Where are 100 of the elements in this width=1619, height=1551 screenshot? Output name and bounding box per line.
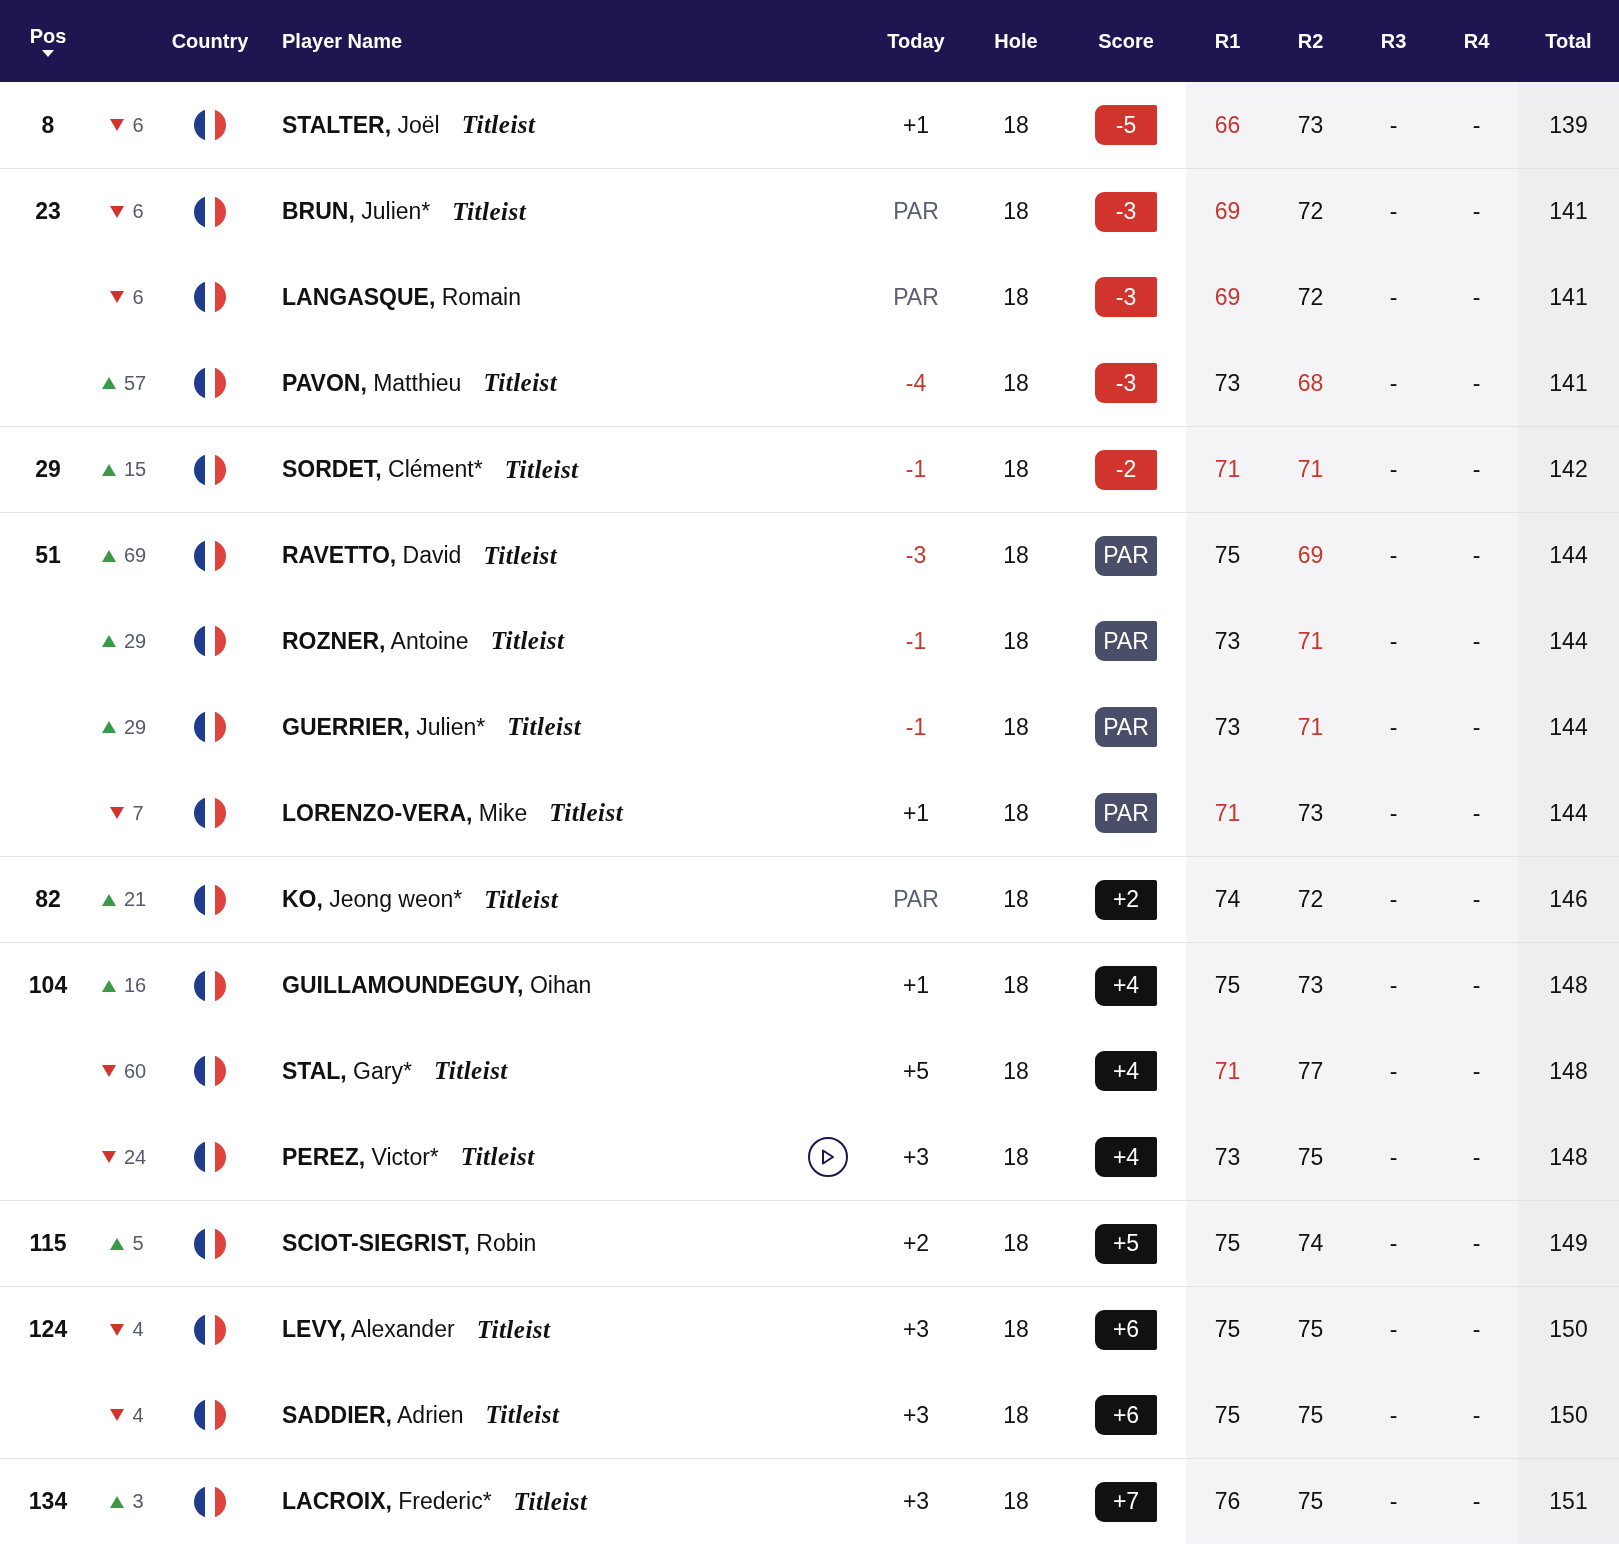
- hole-number: 18: [1003, 456, 1029, 483]
- player-name[interactable]: ROZNER, Antoine: [282, 627, 469, 655]
- column-header[interactable]: R4: [1463, 29, 1490, 53]
- round-score: 73: [1297, 799, 1324, 827]
- hole-number: 18: [1003, 1143, 1029, 1171]
- position-change-text: 3: [132, 1490, 144, 1513]
- position-text: 104: [28, 972, 68, 999]
- player-name[interactable]: LORENZO-VERA, Mike: [282, 799, 528, 827]
- player-name[interactable]: STALTER, Joël: [282, 111, 440, 139]
- column-header[interactable]: Today: [887, 29, 945, 53]
- flag-icon: [194, 1399, 226, 1431]
- round-score: 71: [1297, 456, 1324, 483]
- player-name[interactable]: KO, Jeong weon*: [282, 886, 463, 913]
- round-score: 71: [1214, 799, 1241, 827]
- score-badge: PAR: [1095, 793, 1157, 833]
- round-score: -: [1472, 1057, 1481, 1085]
- player-name[interactable]: BRUN, Julien*: [282, 198, 431, 225]
- player-name[interactable]: GUERRIER, Julien*: [282, 713, 486, 741]
- position-text: 8: [41, 111, 55, 139]
- round-score: -: [1389, 1401, 1398, 1429]
- total-strokes: 146: [1549, 886, 1588, 913]
- round-score: 71: [1297, 713, 1324, 741]
- round-score: -: [1472, 1143, 1481, 1171]
- player-name[interactable]: SCIOT-SIEGRIST, Robin: [282, 1230, 537, 1257]
- round-score: -: [1472, 456, 1481, 483]
- flag-icon: [194, 1485, 226, 1518]
- position-text: 23: [35, 198, 61, 225]
- sponsor-logo: Titleist: [433, 1057, 508, 1085]
- today-score: +1: [902, 972, 930, 999]
- column-header[interactable]: Score: [1098, 29, 1154, 53]
- sort-caret-icon: [42, 50, 54, 57]
- flag-icon: [194, 195, 226, 228]
- position-change-text: 7: [132, 801, 144, 825]
- score-badge: +6: [1095, 1309, 1157, 1350]
- score-badge: -3: [1095, 191, 1157, 232]
- player-name[interactable]: GUILLAMOUNDEGUY, Oihan: [282, 972, 592, 999]
- flag-icon: [194, 109, 226, 141]
- hole-number: 18: [1003, 972, 1029, 999]
- flag-icon: [194, 539, 226, 572]
- column-header[interactable]: Total: [1545, 29, 1592, 53]
- flag-icon: [194, 797, 226, 829]
- today-score: PAR: [893, 283, 939, 311]
- flag-icon: [194, 453, 226, 486]
- position-change-text: 16: [123, 974, 147, 997]
- round-score: -: [1389, 627, 1398, 655]
- player-name[interactable]: LEVY, Alexander: [282, 1316, 455, 1343]
- round-score: -: [1472, 111, 1481, 139]
- flag-icon: [194, 711, 226, 743]
- round-score: -: [1389, 972, 1398, 999]
- player-name[interactable]: PAVON, Matthieu: [282, 369, 462, 397]
- round-score: 71: [1214, 456, 1241, 483]
- column-header[interactable]: R2: [1297, 29, 1324, 53]
- round-score: 69: [1214, 283, 1241, 311]
- score-badge: +2: [1095, 879, 1157, 920]
- hole-number: 18: [1003, 799, 1029, 827]
- column-header[interactable]: Pos: [29, 25, 67, 57]
- score-badge: PAR: [1095, 621, 1157, 661]
- column-header[interactable]: Hole: [994, 29, 1038, 53]
- round-score: -: [1472, 886, 1481, 913]
- round-score: -: [1472, 1401, 1481, 1429]
- round-score: -: [1389, 456, 1398, 483]
- sponsor-logo: Titleist: [483, 541, 558, 570]
- column-header[interactable]: R1: [1214, 29, 1241, 53]
- round-score: -: [1472, 1488, 1481, 1515]
- total-strokes: 144: [1549, 542, 1588, 569]
- hole-number: 18: [1003, 1488, 1029, 1515]
- total-strokes: 151: [1549, 1488, 1588, 1515]
- player-name[interactable]: PEREZ, Victor*: [282, 1143, 439, 1171]
- round-score: 72: [1297, 886, 1324, 913]
- position-change-text: 6: [132, 113, 144, 137]
- total-strokes: 148: [1549, 1057, 1588, 1085]
- today-score: -4: [905, 369, 927, 397]
- player-name[interactable]: LACROIX, Frederic*: [282, 1488, 492, 1515]
- play-button[interactable]: [808, 1137, 848, 1177]
- column-header[interactable]: Country: [171, 29, 249, 53]
- score-badge: -3: [1095, 363, 1157, 403]
- round-score: 75: [1214, 1230, 1241, 1257]
- round-score: 73: [1297, 111, 1324, 139]
- player-name[interactable]: SORDET, Clément*: [282, 456, 483, 483]
- score-badge: +5: [1095, 1223, 1157, 1264]
- total-strokes: 148: [1549, 972, 1588, 999]
- sponsor-logo: Titleist: [460, 1143, 535, 1171]
- today-score: +2: [902, 1230, 930, 1257]
- round-score: -: [1472, 542, 1481, 569]
- flag-icon: [194, 625, 226, 657]
- player-name[interactable]: SADDIER, Adrien: [282, 1401, 464, 1429]
- sponsor-logo: Titleist: [490, 627, 565, 655]
- column-header[interactable]: Player Name: [268, 29, 403, 53]
- player-name[interactable]: LANGASQUE, Romain: [282, 283, 521, 311]
- round-score: 73: [1214, 1143, 1241, 1171]
- player-name[interactable]: RAVETTO, David: [282, 542, 462, 569]
- position-change-text: 4: [132, 1403, 144, 1427]
- hole-number: 18: [1003, 627, 1029, 655]
- player-name[interactable]: STAL, Gary*: [282, 1057, 412, 1085]
- round-score: 75: [1214, 1316, 1241, 1343]
- total-strokes: 144: [1549, 799, 1588, 827]
- round-score: -: [1389, 1230, 1398, 1257]
- column-header[interactable]: R3: [1380, 29, 1407, 53]
- today-score: +3: [902, 1488, 930, 1515]
- position-change-text: 15: [123, 458, 147, 481]
